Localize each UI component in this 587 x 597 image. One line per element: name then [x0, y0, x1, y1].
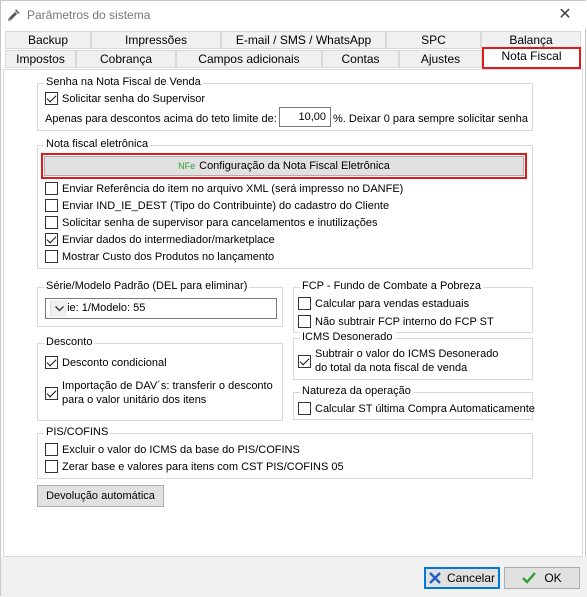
nfe-option-senha-cancelamento[interactable]: Solicitar senha de supervisor para cance…: [45, 215, 378, 230]
nfe-icon: NFe: [178, 161, 196, 171]
close-icon[interactable]: ✕: [554, 5, 576, 25]
checkbox-checked[interactable]: [45, 356, 58, 369]
nfe-config-button-face[interactable]: NFe Configuração da Nota Fiscal Eletrôni…: [44, 156, 524, 176]
desconto-group-title: Desconto: [44, 336, 95, 348]
nfe-option-ind-ie-dest[interactable]: Enviar IND_IE_DEST (Tipo do Contribuinte…: [45, 198, 389, 213]
window-title: Parâmetros do sistema: [27, 8, 151, 22]
nfe-group-title: Nota fiscal eletrônica: [44, 138, 151, 150]
checkbox[interactable]: [298, 402, 311, 415]
nfe-config-label: Configuração da Nota Fiscal Eletrônica: [199, 160, 390, 172]
checkbox[interactable]: [45, 460, 58, 473]
pis-cofins-group-title: PIS/COFINS: [44, 426, 111, 438]
senha-group-title: Senha na Nota Fiscal de Venda: [44, 76, 203, 88]
ok-button[interactable]: OK: [504, 567, 580, 589]
icms-desonerado-checkbox[interactable]: Subtrair o valor do ICMS Desonerado do t…: [298, 347, 498, 375]
checkbox[interactable]: [45, 443, 58, 456]
chevron-down-icon[interactable]: [50, 300, 67, 317]
calcular-st-label: Calcular ST última Compra Automaticament…: [315, 402, 535, 415]
checkbox[interactable]: [45, 216, 58, 229]
natureza-group-title: Natureza da operação: [300, 385, 413, 397]
tab-spc[interactable]: SPC: [386, 31, 481, 49]
tab-impressoes[interactable]: Impressões: [91, 31, 221, 49]
teto-limite-input[interactable]: 10,00: [279, 107, 331, 127]
icms-group-title: ICMS Desonerado: [300, 331, 395, 343]
desconto-condicional-label: Desconto condicional: [62, 356, 167, 369]
descontos-label: Apenas para descontos acima do teto limi…: [45, 112, 277, 125]
nfe-option-referencia[interactable]: Enviar Referência do item no arquivo XML…: [45, 181, 403, 196]
tab-email-sms-whatsapp[interactable]: E-mail / SMS / WhatsApp: [221, 31, 386, 49]
solicitar-senha-checkbox[interactable]: Solicitar senha do Supervisor: [45, 91, 205, 106]
checkbox[interactable]: [45, 199, 58, 212]
descontos-suffix: %. Deixar 0 para sempre solicitar senha: [333, 112, 529, 125]
calcular-st-checkbox[interactable]: Calcular ST última Compra Automaticament…: [298, 401, 535, 416]
pis-option-zerar-base[interactable]: Zerar base e valores para itens com CST …: [45, 459, 344, 474]
checkbox-checked[interactable]: [45, 92, 58, 105]
checkbox[interactable]: [298, 297, 311, 310]
nfe-option-intermediador[interactable]: Enviar dados do intermediador/marketplac…: [45, 232, 275, 247]
tab-cobranca[interactable]: Cobrança: [76, 50, 176, 68]
serie-group-title: Série/Modelo Padrão (DEL para eliminar): [44, 280, 250, 292]
nfe-option-label: Mostrar Custo dos Produtos no lançamento: [62, 250, 275, 263]
cancel-x-icon: [429, 572, 441, 584]
checkbox-checked[interactable]: [298, 354, 311, 368]
pis-option-label: Zerar base e valores para itens com CST …: [62, 460, 344, 473]
tab-ajustes[interactable]: Ajustes: [399, 50, 482, 68]
ok-label: OK: [544, 571, 562, 585]
cancel-label: Cancelar: [446, 571, 496, 585]
nfe-option-label: Enviar Referência do item no arquivo XML…: [62, 182, 404, 195]
title-bar: Parâmetros do sistema ✕: [1, 1, 587, 29]
serie-modelo-select[interactable]: Série: 1/Modelo: 55: [45, 298, 277, 319]
checkbox[interactable]: [45, 182, 58, 195]
pis-option-label: Excluir o valor do ICMS da base do PIS/C…: [62, 443, 300, 456]
tab-campos-adicionais[interactable]: Campos adicionais: [176, 50, 322, 68]
tab-impostos[interactable]: Impostos: [5, 50, 76, 68]
checkbox[interactable]: [298, 315, 311, 328]
cancel-button[interactable]: Cancelar: [424, 567, 500, 589]
nfe-option-label: Enviar IND_IE_DEST (Tipo do Contribuinte…: [62, 199, 390, 212]
wrench-icon: [8, 9, 20, 21]
checkbox-checked[interactable]: [45, 386, 58, 400]
checkbox[interactable]: [45, 250, 58, 263]
fcp-option-vendas-estaduais[interactable]: Calcular para vendas estaduais: [298, 296, 469, 311]
dav-line1: Importação de DAV´s: transferir o descon…: [62, 380, 273, 392]
checkbox-checked[interactable]: [45, 233, 58, 246]
icms-desonerado-label: Subtrair o valor do ICMS Desonerado do t…: [315, 347, 498, 375]
nfe-option-label: Solicitar senha de supervisor para cance…: [62, 216, 378, 229]
tab-backup[interactable]: Backup: [5, 31, 91, 49]
checkmark-icon: [522, 572, 537, 584]
dav-line2: para o valor unitário dos itens: [62, 394, 207, 406]
fcp-option-label: Calcular para vendas estaduais: [315, 297, 470, 310]
nfe-option-label: Enviar dados do intermediador/marketplac…: [62, 233, 275, 246]
solicitar-senha-label: Solicitar senha do Supervisor: [62, 92, 206, 105]
nfe-config-button[interactable]: NFe Configuração da Nota Fiscal Eletrôni…: [41, 153, 527, 179]
fcp-option-label: Não subtrair FCP interno do FCP ST: [315, 315, 494, 328]
pis-option-excluir-icms[interactable]: Excluir o valor do ICMS da base do PIS/C…: [45, 442, 300, 457]
icms-line1: Subtrair o valor do ICMS Desonerado: [315, 348, 499, 360]
dav-desconto-checkbox[interactable]: Importação de DAV´s: transferir o descon…: [45, 379, 273, 407]
tab-contas[interactable]: Contas: [322, 50, 399, 68]
dav-desconto-label: Importação de DAV´s: transferir o descon…: [62, 379, 273, 407]
desconto-condicional-checkbox[interactable]: Desconto condicional: [45, 355, 167, 370]
nfe-option-custo-produtos[interactable]: Mostrar Custo dos Produtos no lançamento: [45, 249, 274, 264]
fcp-group-title: FCP - Fundo de Combate a Pobreza: [300, 280, 483, 292]
fcp-option-nao-subtrair[interactable]: Não subtrair FCP interno do FCP ST: [298, 314, 494, 329]
tab-nota-fiscal[interactable]: Nota Fiscal: [482, 47, 581, 69]
parameters-window: Parâmetros do sistema ✕ Backup Impressõe…: [0, 0, 587, 597]
icms-line2: do total da nota fiscal de venda: [315, 362, 468, 374]
devolucao-automatica-button[interactable]: Devolução automática: [37, 485, 164, 507]
